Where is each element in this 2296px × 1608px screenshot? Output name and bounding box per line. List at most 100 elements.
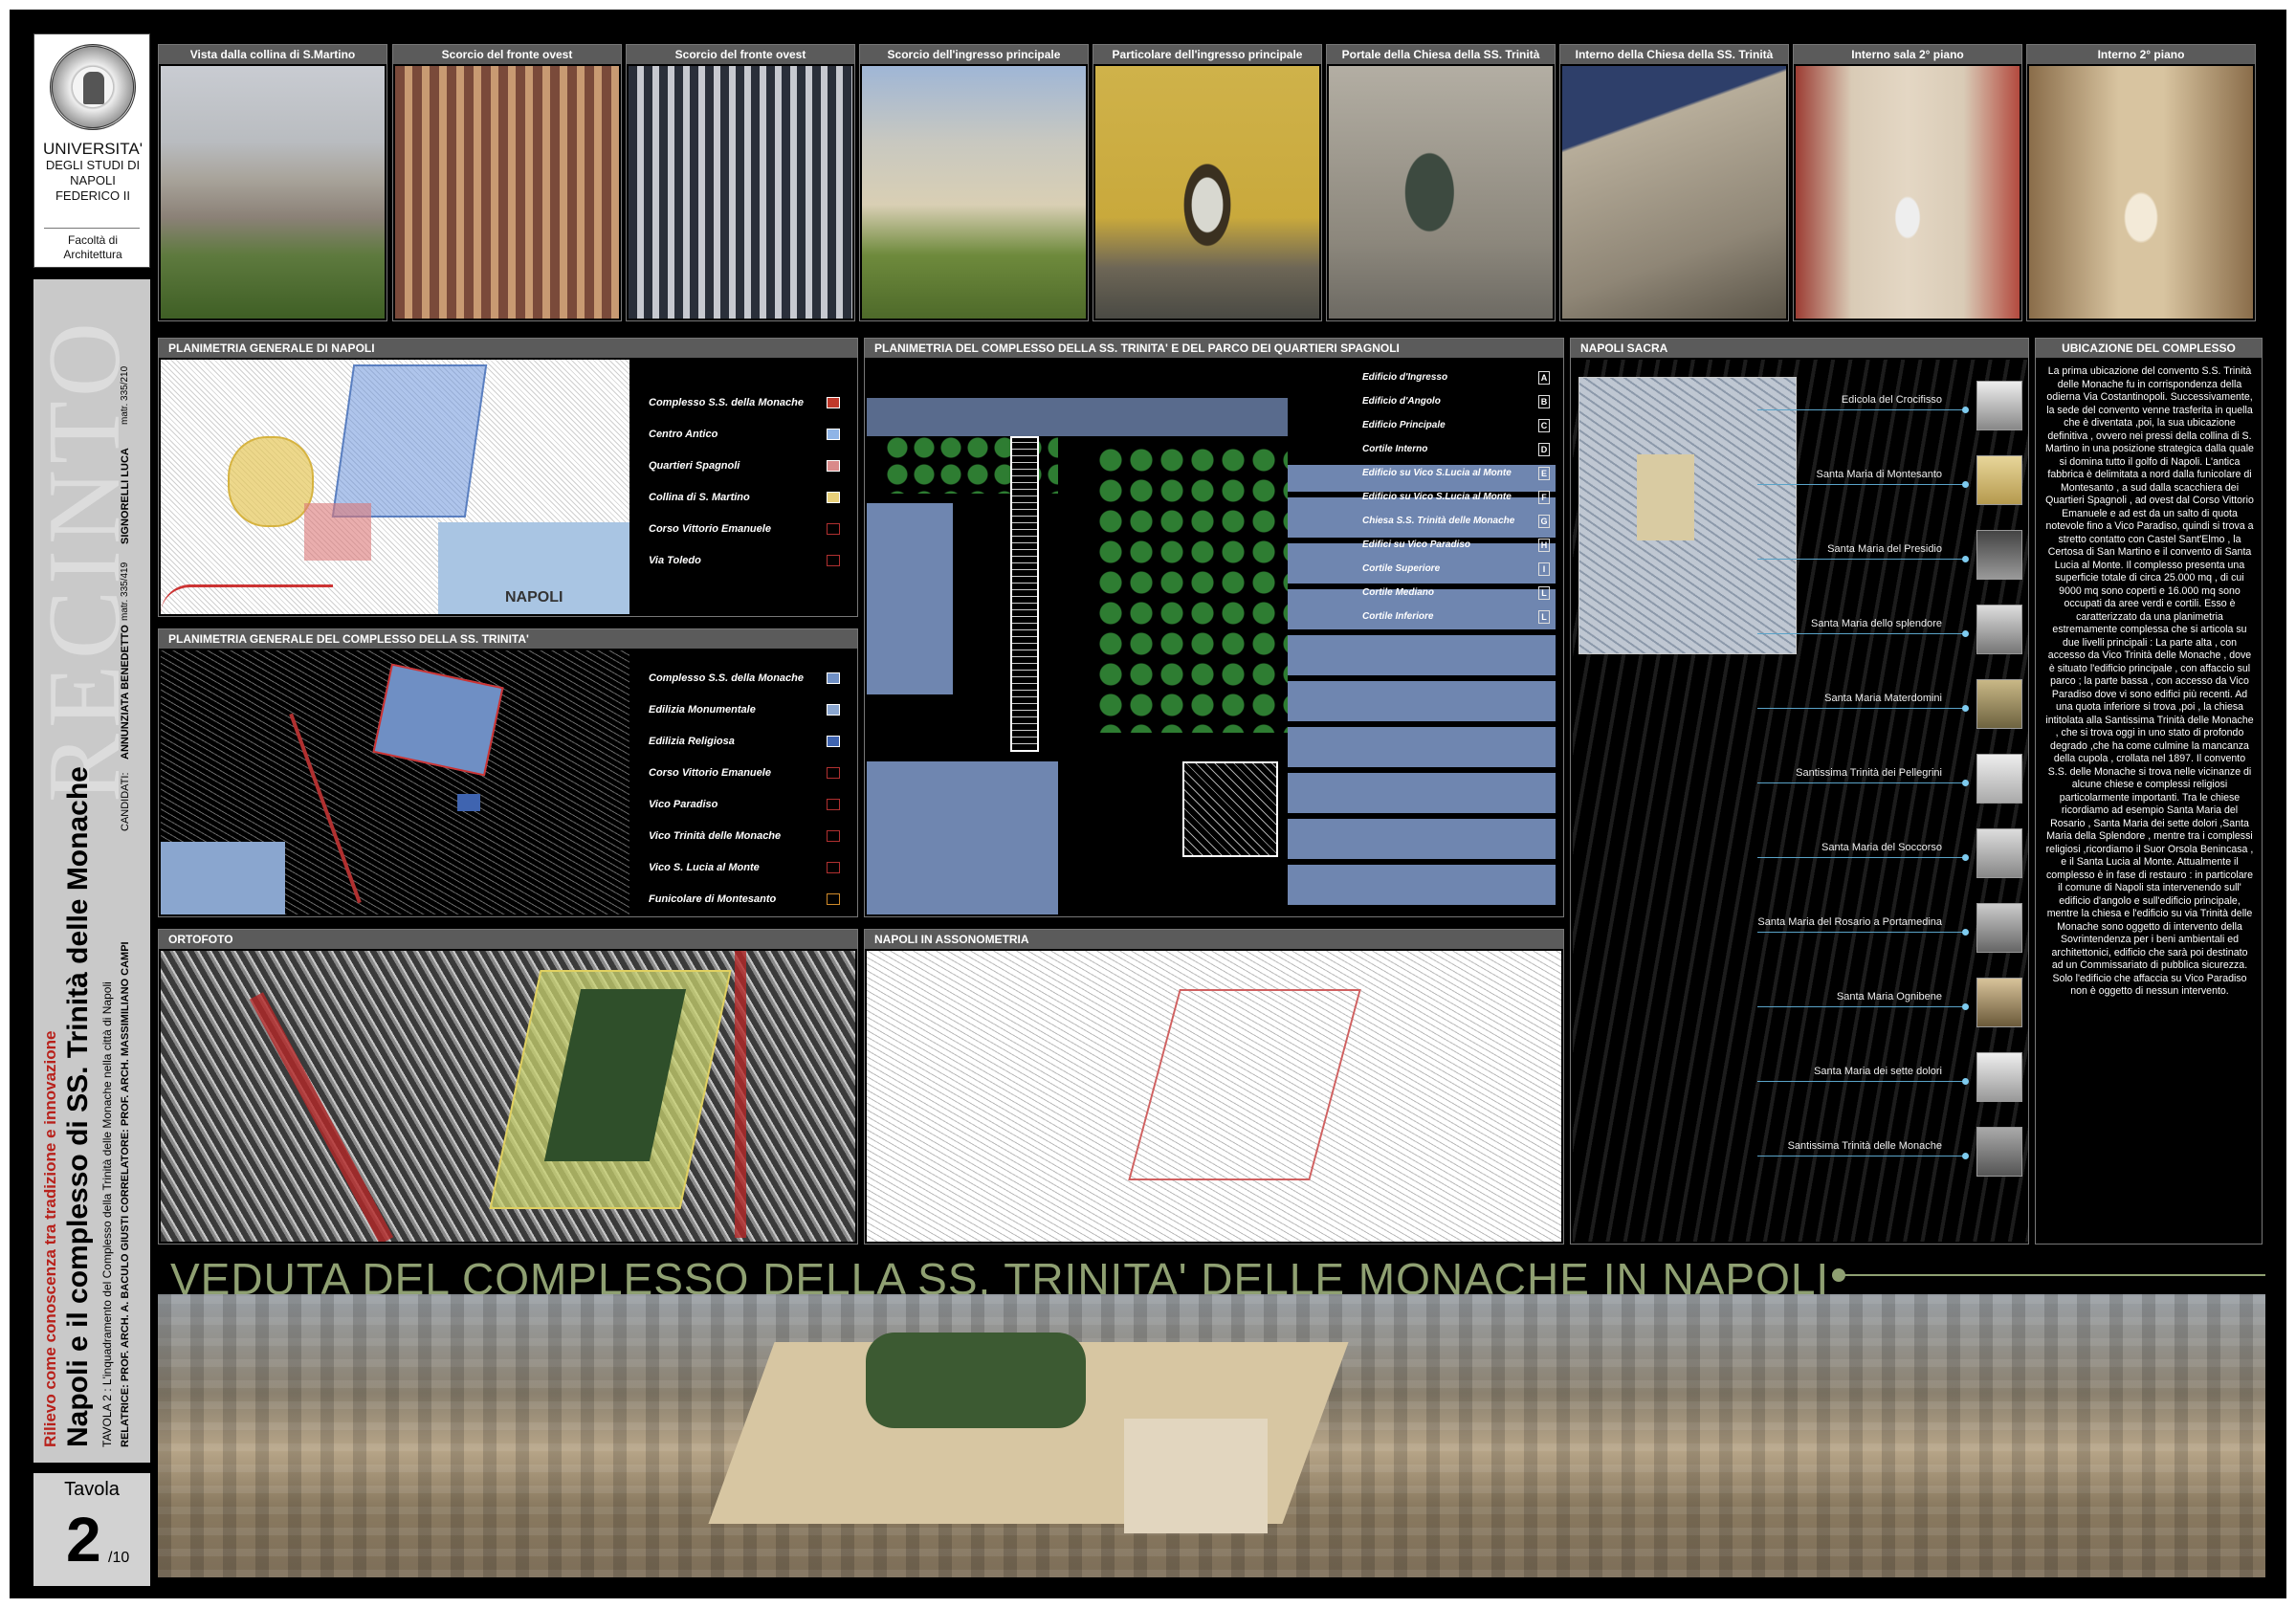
legend-key: A — [1538, 371, 1550, 385]
university-line1: UNIVERSITA' — [42, 140, 143, 158]
panel-title: UBICAZIONE DEL COMPLESSO — [2036, 339, 2262, 358]
planimetria-complesso-panel: PLANIMETRIA GENERALE DEL COMPLESSO DELLA… — [158, 628, 858, 917]
photo-panel: Interno sala 2° piano — [1793, 44, 2022, 321]
legend-swatch — [827, 830, 840, 842]
legend-swatch — [827, 672, 840, 684]
legend-item: Vico S. Lucia al Monte — [649, 859, 846, 876]
legend-item: Edilizia Religiosa — [649, 733, 846, 750]
legend-item: Funicolare di Montesanto — [649, 891, 846, 908]
university-seal-icon — [50, 44, 136, 130]
legend-key: L — [1538, 610, 1550, 624]
legend-swatch — [827, 429, 840, 440]
planimetria-napoli-panel: PLANIMETRIA GENERALE DI NAPOLI NAPOLI Co… — [158, 338, 858, 617]
legend-item: Vico Paradiso — [649, 796, 846, 813]
church-item: Santa Maria del Presidio — [1571, 526, 2030, 584]
legend-item: Via Toledo — [649, 552, 846, 569]
sidebar-candidati-label: CANDIDATI: — [120, 772, 131, 831]
photo-image — [1095, 66, 1319, 319]
legend-item: Cortile Superiore I — [1362, 561, 1554, 578]
legend-item: Chiesa S.S. Trinità delle Monache G — [1362, 513, 1554, 530]
legend-item: Cortile Mediano L — [1362, 584, 1554, 602]
ortofoto-image — [161, 951, 855, 1242]
ortofoto-panel: ORTOFOTO — [158, 929, 858, 1245]
university-line2: DEGLI STUDI DI — [45, 158, 141, 172]
legend-swatch — [827, 555, 840, 566]
tavola-box: Tavola 2 /10 — [33, 1473, 150, 1586]
photo-panel: Interno della Chiesa della SS. Trinità — [1559, 44, 1789, 321]
title-rule — [1844, 1274, 2265, 1276]
church-item: Santa Maria Ognibene — [1571, 974, 2030, 1031]
bullet-icon — [1832, 1268, 1845, 1282]
university-name: UNIVERSITA' DEGLI STUDI DI NAPOLI FEDERI… — [38, 140, 147, 204]
napoli-sacra-panel: NAPOLI SACRA Edicola del Crocifisso Sant… — [1570, 338, 2029, 1245]
collina-area — [228, 436, 314, 527]
sidebar-tavola-line: TAVOLA 2 : L'inquadramento del Complesso… — [100, 981, 114, 1447]
quartieri-area — [304, 503, 371, 561]
parco-legend: Edificio d'Ingresso A Edificio d'Angolo B … — [1362, 360, 1554, 656]
church-item: Santa Maria di Montesanto — [1571, 452, 2030, 509]
legend-item: Corso Vittorio Emanuele — [649, 520, 846, 538]
legend-item: Vico Trinità delle Monache — [649, 827, 846, 845]
photo-caption: Portale della Chiesa della SS. Trinità — [1327, 45, 1555, 64]
church-item: Santa Maria del Rosario a Portamedina — [1571, 899, 2030, 957]
university-logo-box: UNIVERSITA' DEGLI STUDI DI NAPOLI FEDERI… — [33, 33, 150, 268]
photo-caption: Interno sala 2° piano — [1794, 45, 2021, 64]
church-item: Santa Maria dello splendore — [1571, 601, 2030, 658]
napoli-legend: Complesso S.S. della Monache Centro Anti… — [631, 360, 855, 614]
church-thumbnail — [1976, 455, 2022, 505]
legend-item: Edifici su Vico Paradiso H — [1362, 537, 1554, 554]
ubicazione-text: La prima ubicazione del convento S.S. Tr… — [2045, 365, 2254, 997]
sidebar-title: Napoli e il complesso di SS. Trinità del… — [62, 766, 94, 1447]
edilizia-monumentale-area — [161, 842, 285, 914]
legend-key: G — [1538, 515, 1550, 528]
building-block — [867, 761, 1058, 914]
photo-image — [1796, 66, 2020, 319]
legend-key: L — [1538, 586, 1550, 600]
photo-panel: Vista dalla collina di S.Martino — [158, 44, 387, 321]
building-block — [867, 503, 953, 694]
photo-image — [1562, 66, 1786, 319]
sidebar-matr2: matr. 335/210 — [120, 365, 130, 425]
church-item: Santa Maria Materdomini — [1571, 675, 2030, 733]
legend-swatch — [827, 704, 840, 716]
park-trees — [1096, 446, 1288, 733]
corso-line — [249, 992, 394, 1242]
sidebar-subtitle: Rilievo come conoscenza tra tradizione e… — [41, 1030, 59, 1447]
legend-swatch — [827, 492, 840, 503]
church-thumbnail — [1976, 679, 2022, 729]
photo-caption: Interno 2° piano — [2027, 45, 2255, 64]
church-thumbnail — [1976, 530, 2022, 580]
photo-image — [862, 66, 1086, 319]
photo-caption: Scorcio dell'ingresso principale — [860, 45, 1088, 64]
legend-swatch — [827, 397, 840, 408]
napoli-map: NAPOLI — [161, 360, 629, 614]
faculty-line2: Architettura — [63, 248, 122, 261]
university-line3: NAPOLI — [70, 173, 116, 187]
sidebar-candidato2: SIGNORELLI LUCA — [120, 448, 131, 544]
church-thumbnail — [1976, 381, 2022, 430]
legend-item: Cortile Interno D — [1362, 441, 1554, 458]
legend-item: Edificio d'Ingresso A — [1362, 369, 1554, 386]
legend-item: Corso Vittorio Emanuele — [649, 764, 846, 782]
panel-title: NAPOLI SACRA — [1571, 339, 2028, 358]
legend-key: B — [1538, 395, 1550, 408]
complesso-map — [161, 650, 629, 914]
legend-item: Collina di S. Martino — [649, 489, 846, 506]
photo-panel: Scorcio dell'ingresso principale — [859, 44, 1089, 321]
church-item: Santissima Trinità dei Pellegrini — [1571, 750, 2030, 807]
church-thumbnail — [1976, 828, 2022, 878]
church-item: Santa Maria dei sette dolori — [1571, 1048, 2030, 1106]
legend-item: Edificio d'Angolo B — [1362, 393, 1554, 410]
title-sidebar: RECINTO Rilievo come conoscenza tra trad… — [28, 279, 150, 1463]
photo-caption: Particolare dell'ingresso principale — [1093, 45, 1321, 64]
panel-title: ORTOFOTO — [159, 930, 857, 949]
church-thumbnail — [1976, 754, 2022, 804]
church-thumbnail — [1976, 1052, 2022, 1102]
divider — [44, 228, 140, 229]
photo-panel: Portale della Chiesa della SS. Trinità — [1326, 44, 1556, 321]
church-thumbnail — [1976, 903, 2022, 953]
photo-caption: Scorcio del fronte ovest — [627, 45, 854, 64]
centro-antico-area — [331, 364, 488, 518]
map-label: NAPOLI — [505, 589, 563, 606]
legend-item: Cortile Inferiore L — [1362, 608, 1554, 626]
